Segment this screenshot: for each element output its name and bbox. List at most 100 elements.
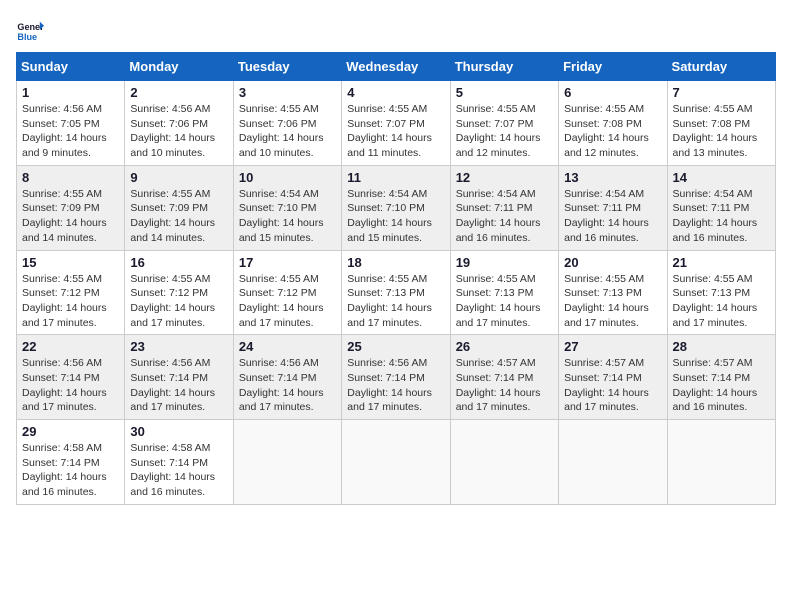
day-detail: Sunrise: 4:57 AMSunset: 7:14 PMDaylight:…	[673, 356, 770, 415]
day-detail: Sunrise: 4:56 AMSunset: 7:14 PMDaylight:…	[347, 356, 444, 415]
day-detail: Sunrise: 4:55 AMSunset: 7:07 PMDaylight:…	[347, 102, 444, 161]
calendar-cell	[233, 420, 341, 505]
day-number: 1	[22, 85, 119, 100]
calendar-week-2: 8 Sunrise: 4:55 AMSunset: 7:09 PMDaylight…	[17, 165, 776, 250]
day-number: 24	[239, 339, 336, 354]
day-number: 7	[673, 85, 770, 100]
day-detail: Sunrise: 4:54 AMSunset: 7:11 PMDaylight:…	[564, 187, 661, 246]
day-number: 19	[456, 255, 553, 270]
day-number: 29	[22, 424, 119, 439]
day-number: 3	[239, 85, 336, 100]
calendar-cell: 27 Sunrise: 4:57 AMSunset: 7:14 PMDayligh…	[559, 335, 667, 420]
day-number: 4	[347, 85, 444, 100]
calendar-cell: 11Sunrise: 4:54 AMSunset: 7:10 PMDayligh…	[342, 165, 450, 250]
calendar-cell: 26Sunrise: 4:57 AMSunset: 7:14 PMDayligh…	[450, 335, 558, 420]
day-number: 10	[239, 170, 336, 185]
day-number: 8	[22, 170, 119, 185]
calendar-cell: 24 Sunrise: 4:56 AMSunset: 7:14 PMDayligh…	[233, 335, 341, 420]
day-detail: Sunrise: 4:56 AMSunset: 7:14 PMDaylight:…	[130, 356, 227, 415]
calendar-cell: 15 Sunrise: 4:55 AMSunset: 7:12 PMDayligh…	[17, 250, 125, 335]
calendar-cell: 7Sunrise: 4:55 AMSunset: 7:08 PMDaylight…	[667, 81, 775, 166]
day-detail: Sunrise: 4:55 AMSunset: 7:12 PMDaylight:…	[22, 272, 119, 331]
day-number: 11	[347, 170, 444, 185]
day-number: 27	[564, 339, 661, 354]
calendar-cell	[559, 420, 667, 505]
day-number: 2	[130, 85, 227, 100]
calendar-cell: 13 Sunrise: 4:54 AMSunset: 7:11 PMDayligh…	[559, 165, 667, 250]
day-detail: Sunrise: 4:55 AMSunset: 7:08 PMDaylight:…	[564, 102, 661, 161]
calendar-cell: 4 Sunrise: 4:55 AMSunset: 7:07 PMDaylight…	[342, 81, 450, 166]
day-detail: Sunrise: 4:55 AMSunset: 7:07 PMDaylight:…	[456, 102, 553, 161]
day-number: 9	[130, 170, 227, 185]
calendar-cell: 23 Sunrise: 4:56 AMSunset: 7:14 PMDayligh…	[125, 335, 233, 420]
day-number: 13	[564, 170, 661, 185]
calendar-cell: 16 Sunrise: 4:55 AMSunset: 7:12 PMDayligh…	[125, 250, 233, 335]
calendar-week-5: 29 Sunrise: 4:58 AMSunset: 7:14 PMDayligh…	[17, 420, 776, 505]
calendar-cell: 28 Sunrise: 4:57 AMSunset: 7:14 PMDayligh…	[667, 335, 775, 420]
day-detail: Sunrise: 4:54 AMSunset: 7:10 PMDaylight:…	[239, 187, 336, 246]
svg-text:Blue: Blue	[17, 32, 37, 42]
calendar-cell: 19 Sunrise: 4:55 AMSunset: 7:13 PMDayligh…	[450, 250, 558, 335]
day-number: 6	[564, 85, 661, 100]
calendar-cell	[450, 420, 558, 505]
day-detail: Sunrise: 4:55 AMSunset: 7:13 PMDaylight:…	[564, 272, 661, 331]
weekday-header-friday: Friday	[559, 53, 667, 81]
weekday-header-wednesday: Wednesday	[342, 53, 450, 81]
weekday-header-saturday: Saturday	[667, 53, 775, 81]
day-number: 16	[130, 255, 227, 270]
calendar-cell: 17Sunrise: 4:55 AMSunset: 7:12 PMDayligh…	[233, 250, 341, 335]
day-detail: Sunrise: 4:55 AMSunset: 7:09 PMDaylight:…	[22, 187, 119, 246]
calendar-cell: 12 Sunrise: 4:54 AMSunset: 7:11 PMDayligh…	[450, 165, 558, 250]
calendar-cell: 3 Sunrise: 4:55 AMSunset: 7:06 PMDaylight…	[233, 81, 341, 166]
calendar-cell: 9Sunrise: 4:55 AMSunset: 7:09 PMDaylight…	[125, 165, 233, 250]
weekday-header-thursday: Thursday	[450, 53, 558, 81]
day-detail: Sunrise: 4:55 AMSunset: 7:13 PMDaylight:…	[347, 272, 444, 331]
calendar-cell: 29Sunrise: 4:58 AMSunset: 7:14 PMDayligh…	[17, 420, 125, 505]
day-number: 28	[673, 339, 770, 354]
day-detail: Sunrise: 4:57 AMSunset: 7:14 PMDaylight:…	[564, 356, 661, 415]
calendar-week-4: 22 Sunrise: 4:56 AMSunset: 7:14 PMDayligh…	[17, 335, 776, 420]
calendar-cell: 2 Sunrise: 4:56 AMSunset: 7:06 PMDaylight…	[125, 81, 233, 166]
day-detail: Sunrise: 4:58 AMSunset: 7:14 PMDaylight:…	[130, 441, 227, 500]
weekday-header-sunday: Sunday	[17, 53, 125, 81]
day-number: 15	[22, 255, 119, 270]
calendar-cell: 1Sunrise: 4:56 AMSunset: 7:05 PMDaylight…	[17, 81, 125, 166]
day-number: 30	[130, 424, 227, 439]
calendar-cell: 21 Sunrise: 4:55 AMSunset: 7:13 PMDayligh…	[667, 250, 775, 335]
calendar-cell: 22 Sunrise: 4:56 AMSunset: 7:14 PMDayligh…	[17, 335, 125, 420]
calendar-cell	[342, 420, 450, 505]
day-number: 18	[347, 255, 444, 270]
day-detail: Sunrise: 4:56 AMSunset: 7:14 PMDaylight:…	[22, 356, 119, 415]
day-number: 25	[347, 339, 444, 354]
day-detail: Sunrise: 4:55 AMSunset: 7:13 PMDaylight:…	[456, 272, 553, 331]
calendar-cell: 14Sunrise: 4:54 AMSunset: 7:11 PMDayligh…	[667, 165, 775, 250]
calendar-header-row: SundayMondayTuesdayWednesdayThursdayFrid…	[17, 53, 776, 81]
day-detail: Sunrise: 4:57 AMSunset: 7:14 PMDaylight:…	[456, 356, 553, 415]
day-detail: Sunrise: 4:55 AMSunset: 7:13 PMDaylight:…	[673, 272, 770, 331]
day-number: 14	[673, 170, 770, 185]
calendar-cell: 25 Sunrise: 4:56 AMSunset: 7:14 PMDayligh…	[342, 335, 450, 420]
day-number: 23	[130, 339, 227, 354]
calendar-cell: 30 Sunrise: 4:58 AMSunset: 7:14 PMDayligh…	[125, 420, 233, 505]
calendar-table: SundayMondayTuesdayWednesdayThursdayFrid…	[16, 52, 776, 505]
day-number: 5	[456, 85, 553, 100]
calendar-cell: 20 Sunrise: 4:55 AMSunset: 7:13 PMDayligh…	[559, 250, 667, 335]
day-detail: Sunrise: 4:54 AMSunset: 7:11 PMDaylight:…	[456, 187, 553, 246]
day-number: 20	[564, 255, 661, 270]
weekday-header-monday: Monday	[125, 53, 233, 81]
day-number: 22	[22, 339, 119, 354]
calendar-week-1: 1Sunrise: 4:56 AMSunset: 7:05 PMDaylight…	[17, 81, 776, 166]
calendar-week-3: 15 Sunrise: 4:55 AMSunset: 7:12 PMDayligh…	[17, 250, 776, 335]
day-number: 21	[673, 255, 770, 270]
calendar-cell: 5 Sunrise: 4:55 AMSunset: 7:07 PMDaylight…	[450, 81, 558, 166]
day-detail: Sunrise: 4:55 AMSunset: 7:12 PMDaylight:…	[239, 272, 336, 331]
calendar-cell: 18 Sunrise: 4:55 AMSunset: 7:13 PMDayligh…	[342, 250, 450, 335]
day-detail: Sunrise: 4:55 AMSunset: 7:12 PMDaylight:…	[130, 272, 227, 331]
day-detail: Sunrise: 4:56 AMSunset: 7:06 PMDaylight:…	[130, 102, 227, 161]
weekday-header-tuesday: Tuesday	[233, 53, 341, 81]
day-detail: Sunrise: 4:55 AMSunset: 7:06 PMDaylight:…	[239, 102, 336, 161]
day-detail: Sunrise: 4:56 AMSunset: 7:14 PMDaylight:…	[239, 356, 336, 415]
calendar-cell	[667, 420, 775, 505]
day-number: 12	[456, 170, 553, 185]
calendar-cell: 8 Sunrise: 4:55 AMSunset: 7:09 PMDaylight…	[17, 165, 125, 250]
